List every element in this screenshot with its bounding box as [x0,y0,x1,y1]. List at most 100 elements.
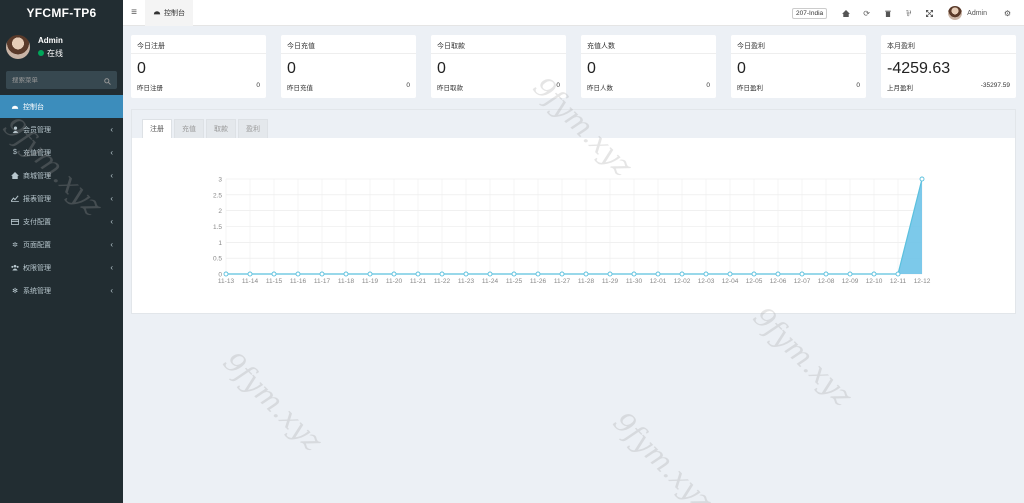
x-tick-label: 12-09 [842,278,859,285]
data-point [823,271,829,277]
data-point [607,271,613,277]
sidebar-item-label: 页面配置 [23,241,51,249]
sidebar-item-dashboard[interactable]: 控制台 [0,95,123,118]
data-point [703,271,709,277]
data-point [895,271,901,277]
card-value: 0 [587,60,596,77]
sidebar-item-label: 充值管理 [23,149,51,157]
x-tick-label: 11-30 [626,278,643,285]
x-tick-label: 12-05 [746,278,763,285]
sidebar-item-reports[interactable]: 报表管理 ‹ [0,187,123,210]
search-icon[interactable] [104,77,111,85]
fullscreen-icon[interactable] [919,9,940,17]
x-tick-label: 11-27 [554,278,571,285]
data-point [223,271,229,277]
sidebar-item-label: 商城管理 [23,172,51,180]
card-icon [11,218,19,226]
tab-recharge[interactable]: 充值 [174,119,204,138]
user-panel: Admin 在线 [0,28,123,66]
y-tick-label: 1 [218,240,222,247]
card-foot-label: 昨日注册 [137,85,163,92]
sidebar-menu: 控制台 会员管理 ‹ $ 充值管理 ‹ 商城管理 ‹ 报表管理 ‹ 支付配置 ‹… [0,95,123,302]
user-avatar [6,35,30,59]
menu-toggle-icon[interactable]: ≡ [123,7,145,18]
chevron-left-icon: ‹ [110,148,113,157]
data-point [439,271,445,277]
data-point [367,271,373,277]
x-tick-label: 11-26 [530,278,547,285]
tab-label: 控制台 [164,9,185,17]
y-tick-label: 2 [218,208,222,215]
gear-icon: ✲ [12,241,18,249]
data-point [631,271,637,277]
x-tick-label: 11-15 [266,278,283,285]
home-icon[interactable] [835,9,856,17]
trash-icon[interactable] [877,10,898,17]
sidebar-item-permissions[interactable]: 权限管理 ‹ [0,256,123,279]
stat-card-today-withdraw: 今日取款 0 昨日取款 0 [431,35,566,98]
card-title: 今日注册 [131,35,266,54]
chevron-left-icon: ‹ [110,194,113,203]
x-tick-label: 12-02 [674,278,691,285]
x-tick-label: 11-23 [458,278,475,285]
card-foot-label: 昨日充值 [287,85,313,92]
sidebar-item-pages[interactable]: ✲ 页面配置 ‹ [0,233,123,256]
tab-register[interactable]: 注册 [142,119,172,138]
sidebar-item-label: 报表管理 [23,195,51,203]
sidebar-item-shop[interactable]: 商城管理 ‹ [0,164,123,187]
dollar-icon: $ [13,149,17,156]
x-tick-label: 12-01 [650,278,667,285]
x-tick-label: 11-21 [410,278,427,285]
y-tick-label: 1.5 [213,224,222,231]
top-user-name[interactable]: Admin [967,10,987,17]
card-title: 本月盈利 [881,35,1016,54]
sidebar: YFCMF-TP6 Admin 在线 控制台 会员管理 ‹ [0,0,123,503]
card-value: 0 [737,60,746,77]
card-foot-label: 昨日取款 [437,85,463,92]
chevron-left-icon: ‹ [110,125,113,134]
card-foot-value: 0 [706,82,710,89]
home-icon [11,172,19,180]
app-logo[interactable]: YFCMF-TP6 [0,0,123,26]
card-value: 0 [437,60,446,77]
stat-card-month-profit: 本月盈利 -4259.63 上月盈利 -35297.59 [881,35,1016,98]
chevron-left-icon: ‹ [110,263,113,272]
x-tick-label: 12-11 [890,278,907,285]
card-foot-label: 昨日盈利 [737,85,763,92]
translate-icon[interactable]: ⅌ [898,8,919,19]
x-tick-label: 11-19 [362,278,379,285]
menu-search-input[interactable] [12,76,92,84]
tab-withdraw[interactable]: 取款 [206,119,236,138]
avatar[interactable] [948,6,963,20]
stat-cards: 今日注册 0 昨日注册 0 今日充值 0 昨日充值 0 今日取款 0 昨日取款 0 充… [131,35,1016,98]
chevron-left-icon: ‹ [110,240,113,249]
data-point [415,271,421,277]
data-point [271,271,277,277]
tab-profit[interactable]: 盈利 [238,119,268,138]
card-foot-value: -35297.59 [980,82,1010,89]
sidebar-item-recharge[interactable]: $ 充值管理 ‹ [0,141,123,164]
x-tick-label: 12-07 [794,278,811,285]
trend-chart: 00.511.522.5311-13 11-14 11-15 11-16 11-17 11… [213,177,931,286]
tab-dashboard[interactable]: 控制台 [145,0,193,26]
refresh-icon[interactable]: ⟳ [856,9,877,18]
user-icon [11,126,19,134]
sidebar-item-members[interactable]: 会员管理 ‹ [0,118,123,141]
sidebar-item-payment[interactable]: 支付配置 ‹ [0,210,123,233]
card-title: 今日取款 [431,35,566,54]
sidebar-item-label: 控制台 [23,103,44,111]
user-status-text: 在线 [47,48,63,58]
data-point [535,271,541,277]
data-point [679,271,685,277]
gears-icon[interactable]: ⚙ [997,9,1018,18]
menu-search [6,71,117,89]
data-point [511,271,517,277]
watermark: 9fym.xyz [746,300,860,413]
data-point [343,271,349,277]
data-point [727,271,733,277]
sidebar-item-system[interactable]: ✻ 系统管理 ‹ [0,279,123,302]
language-badge[interactable]: 207-India [792,7,828,19]
chart-tabs: 注册 充值 取款 盈利 [132,110,1015,138]
x-tick-label: 11-13 [218,278,235,285]
data-point [247,271,253,277]
